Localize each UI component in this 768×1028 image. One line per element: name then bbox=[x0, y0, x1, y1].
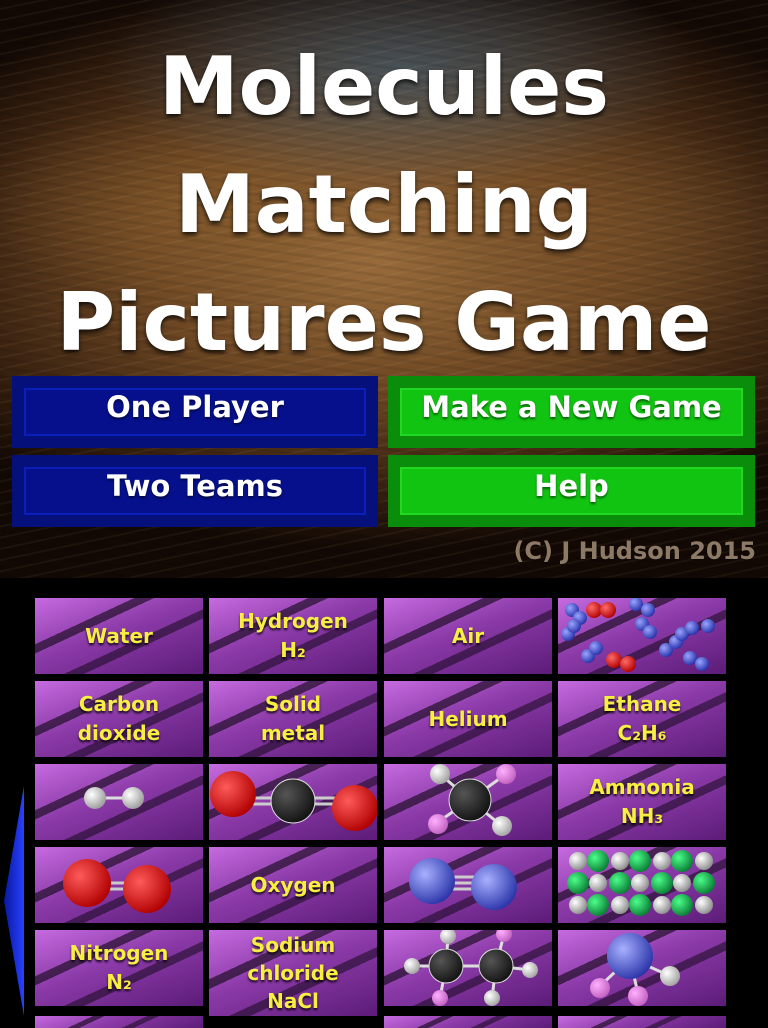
card-nitrogen-picture[interactable] bbox=[384, 847, 552, 923]
sodium-chloride-lattice-icon bbox=[567, 850, 715, 916]
card-formula: NH₃ bbox=[620, 804, 664, 828]
card-oxygen-label[interactable]: Oxygen bbox=[209, 847, 377, 923]
card-carbon-dioxide-label[interactable]: Carbon dioxide bbox=[35, 681, 203, 757]
card-text: Nitrogen bbox=[69, 941, 169, 965]
oxygen-molecule-icon bbox=[63, 859, 171, 913]
card-sodium-chloride-label[interactable]: Sodium chloride NaCl bbox=[209, 930, 377, 1016]
card-hydrogen-label[interactable]: Hydrogen H₂ bbox=[209, 598, 377, 674]
help-button[interactable]: Help bbox=[388, 455, 755, 527]
card-sodium-chloride-picture[interactable] bbox=[558, 847, 726, 923]
card-ammonia-label[interactable]: Ammonia NH₃ bbox=[558, 764, 726, 840]
card-formula: C₂H₆ bbox=[617, 721, 667, 745]
card-air-label[interactable]: Air bbox=[384, 598, 552, 674]
game-title: Molecules Matching Pictures Game bbox=[0, 28, 768, 382]
card-oxygen-picture[interactable] bbox=[35, 847, 203, 923]
air-mixture-icon bbox=[561, 598, 715, 672]
ammonia-molecule-icon bbox=[590, 933, 680, 1006]
hydrogen-molecule-icon bbox=[84, 787, 144, 809]
help-label: Help bbox=[534, 469, 609, 503]
card-ammonia-picture[interactable] bbox=[558, 930, 726, 1006]
card-water-label[interactable]: Water bbox=[35, 598, 203, 674]
card-text: Hydrogen bbox=[238, 609, 348, 633]
card-helium-label[interactable]: Helium bbox=[384, 681, 552, 757]
make-new-game-label: Make a New Game bbox=[421, 390, 722, 424]
card-text: Helium bbox=[428, 706, 508, 731]
card-text: Ammonia bbox=[589, 775, 695, 799]
card-text: metal bbox=[260, 721, 326, 745]
card-text: Sodium bbox=[250, 933, 336, 957]
card-partial[interactable] bbox=[384, 1016, 552, 1028]
card-text: chloride bbox=[247, 961, 339, 985]
card-ethane-label[interactable]: Ethane C₂H₆ bbox=[558, 681, 726, 757]
card-formula: N₂ bbox=[106, 970, 132, 994]
card-ethane-picture[interactable] bbox=[384, 930, 552, 1006]
title-line-1: Molecules bbox=[159, 40, 609, 133]
two-teams-label: Two Teams bbox=[106, 469, 284, 503]
carbon-dioxide-molecule-icon bbox=[210, 771, 377, 831]
card-solid-metal-label[interactable]: Solid metal bbox=[209, 681, 377, 757]
title-line-2: Matching bbox=[175, 158, 593, 251]
copyright-text: (C) J Hudson 2015 bbox=[513, 537, 756, 565]
card-formula: H₂ bbox=[280, 638, 306, 662]
one-player-button[interactable]: One Player bbox=[12, 376, 378, 448]
one-player-label: One Player bbox=[106, 390, 284, 424]
card-text: Air bbox=[451, 623, 485, 648]
card-water-picture[interactable] bbox=[384, 764, 552, 840]
card-text: Ethane bbox=[602, 692, 682, 716]
card-hydrogen-picture[interactable] bbox=[35, 764, 203, 840]
card-carbon-dioxide-picture[interactable] bbox=[209, 764, 377, 840]
ethane-molecule-icon bbox=[404, 930, 538, 1006]
card-text: dioxide bbox=[77, 721, 161, 745]
make-new-game-button[interactable]: Make a New Game bbox=[388, 376, 755, 448]
left-arrow-icon[interactable] bbox=[4, 786, 30, 1016]
card-air-picture[interactable] bbox=[558, 598, 726, 674]
card-partial[interactable] bbox=[558, 1016, 726, 1028]
card-partial[interactable] bbox=[35, 1016, 203, 1028]
card-text: Carbon bbox=[78, 692, 160, 716]
card-text: Water bbox=[85, 623, 153, 648]
title-line-3: Pictures Game bbox=[56, 276, 712, 369]
card-nitrogen-label[interactable]: Nitrogen N₂ bbox=[35, 930, 203, 1006]
two-teams-button[interactable]: Two Teams bbox=[12, 455, 378, 527]
card-text: Oxygen bbox=[250, 872, 336, 897]
nitrogen-molecule-icon bbox=[409, 858, 517, 910]
card-formula: NaCl bbox=[267, 989, 319, 1013]
card-text: Solid bbox=[264, 692, 322, 716]
water-molecule-icon bbox=[428, 764, 516, 836]
